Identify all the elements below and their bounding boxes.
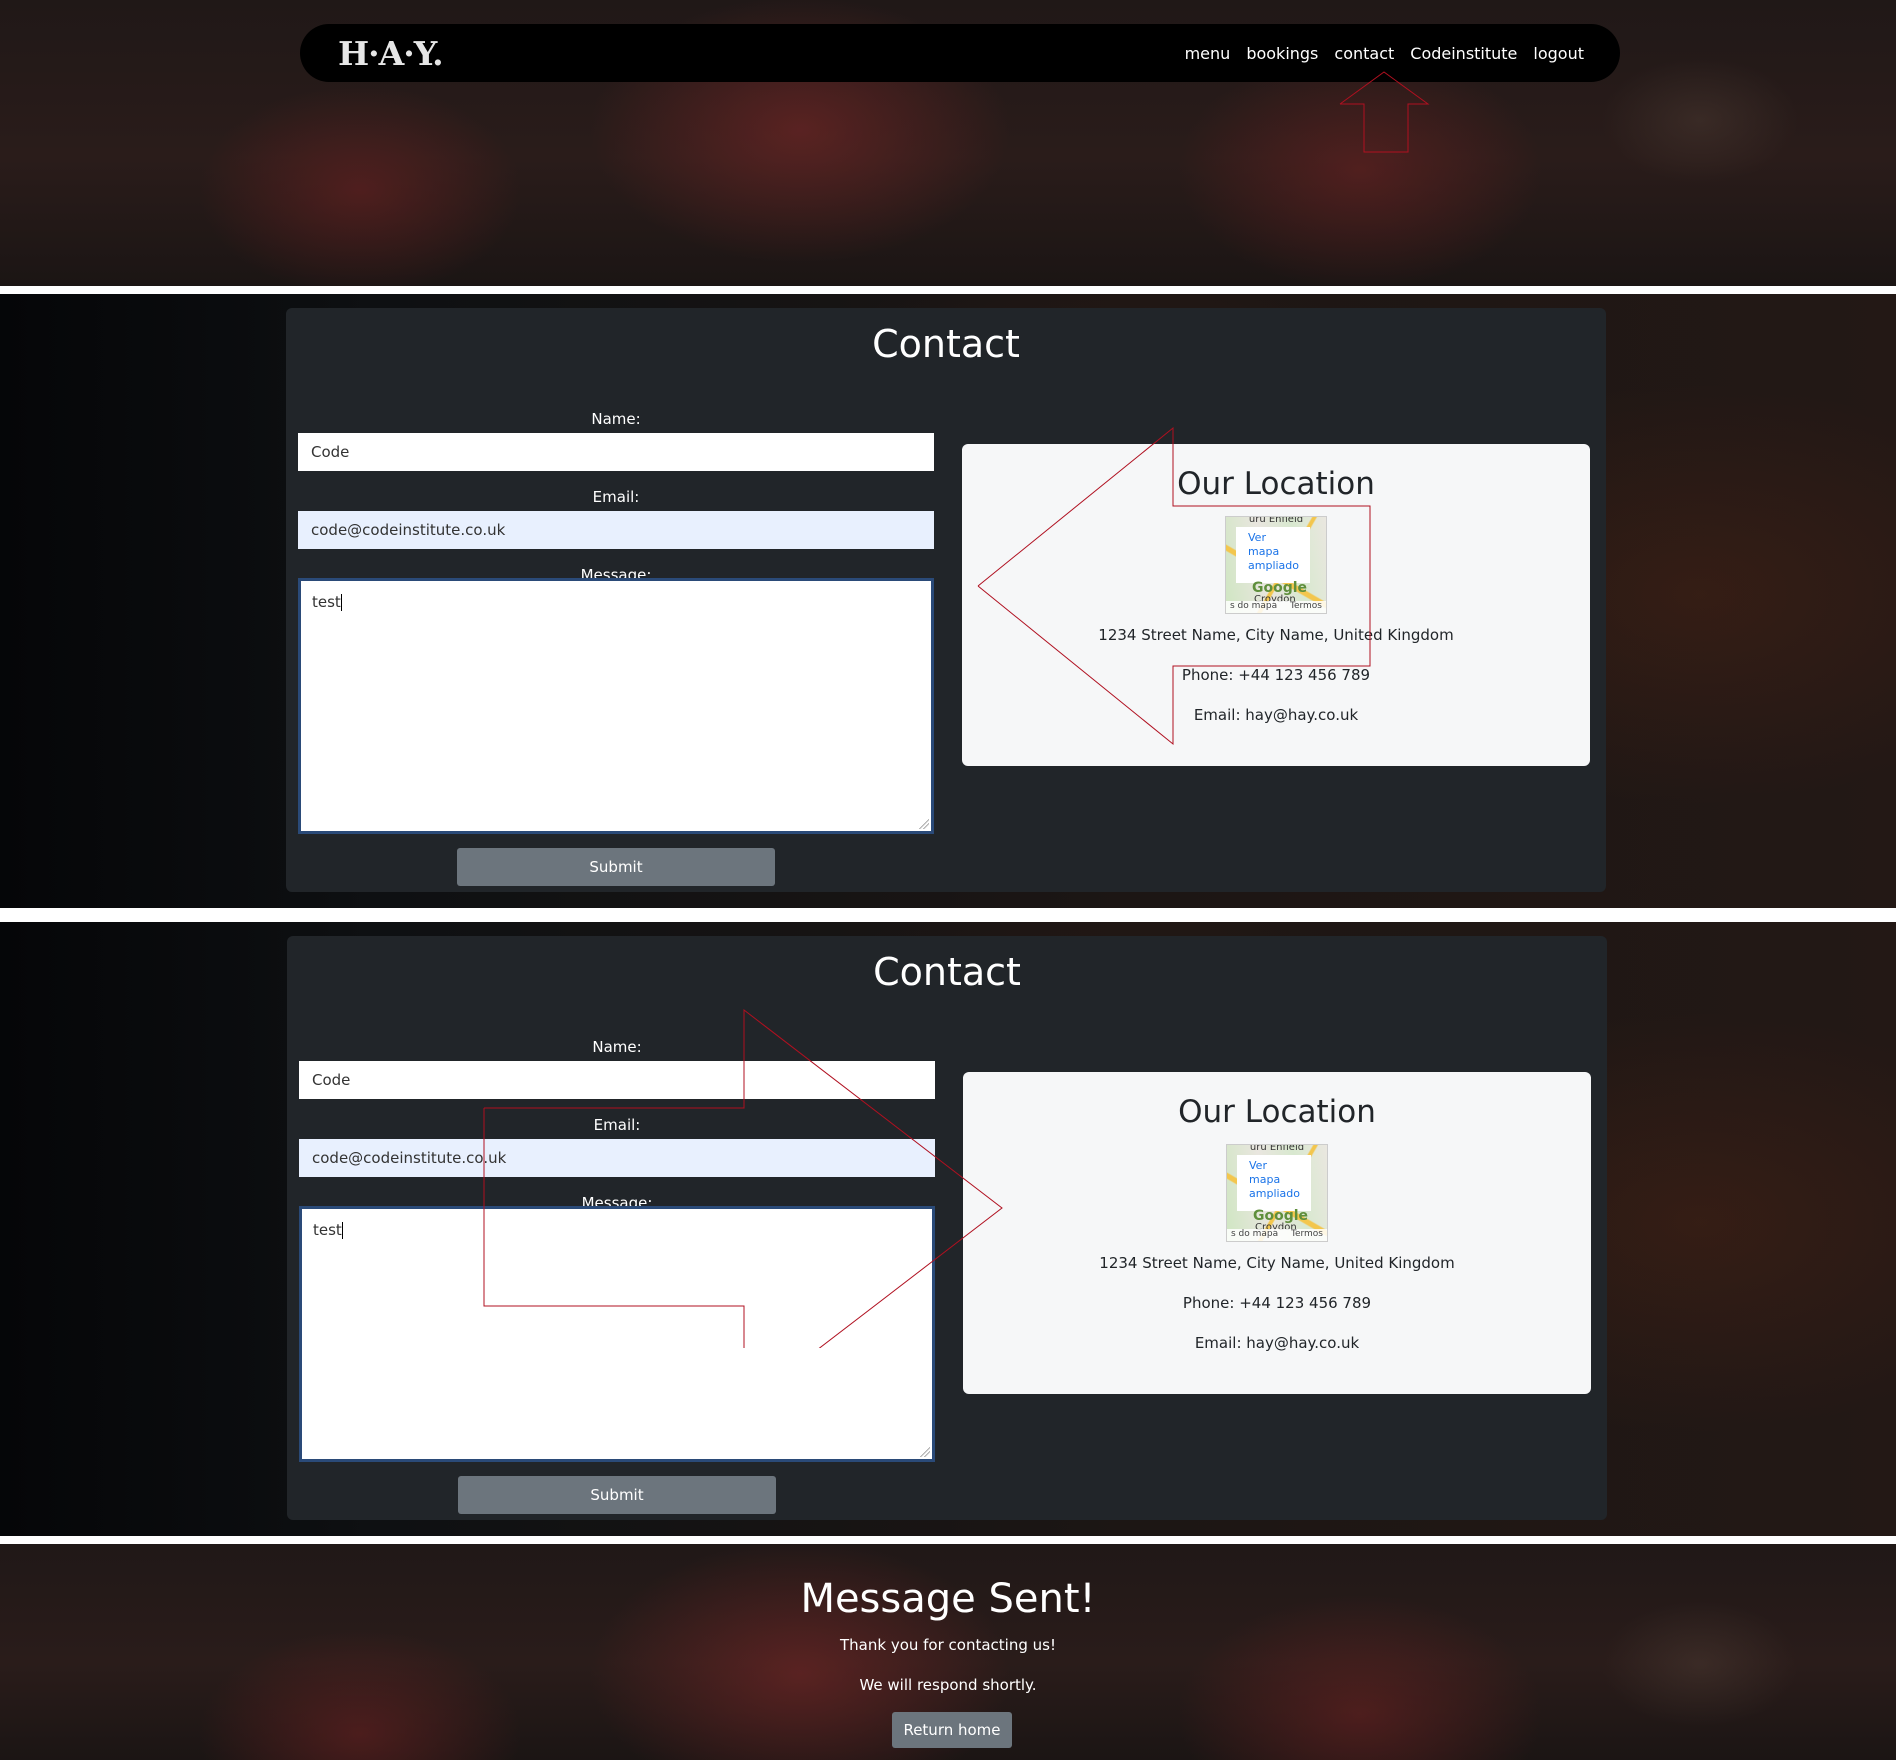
map-top-label: uru Enfield [1248,516,1304,525]
contact-title: Contact [872,322,1020,366]
sent-respond: We will respond shortly. [859,1676,1037,1694]
location-email: Email: hay@hay.co.uk [1194,1334,1360,1352]
map-enlarge-link[interactable]: Ver mapa ampliado [1236,527,1310,583]
submit-button[interactable]: Submit [457,848,775,886]
location-address: 1234 Street Name, City Name, United King… [1099,1254,1455,1272]
message-text: test [313,1221,342,1239]
location-box: Our Location uru Enfield Ver mapa amplia… [962,444,1590,766]
location-phone: Phone: +44 123 456 789 [1182,1294,1372,1312]
map-link-line: ampliado [1249,1187,1301,1200]
return-home-button[interactable]: Return home [892,1712,1012,1748]
resize-grip-icon[interactable] [920,1447,930,1457]
map-footer: s do mapa Termos [1226,601,1326,613]
header-banner: H·A·Y. menu bookings contact Codeinstitu… [0,0,1896,286]
navbar: H·A·Y. menu bookings contact Codeinstitu… [300,24,1620,82]
map-footer-right[interactable]: Termos [1291,1229,1323,1241]
contact-panel-1: Contact Name: Code Email: code@codeinsti… [0,294,1896,908]
contact-card: Contact Name: Code Email: code@codeinsti… [287,936,1607,1520]
message-sent-panel: Message Sent! Thank you for contacting u… [0,1544,1896,1760]
email-input[interactable]: code@codeinstitute.co.uk [298,511,934,549]
contact-card: Contact Name: Code Email: code@codeinsti… [286,308,1606,892]
resize-grip-icon[interactable] [919,819,929,829]
sent-thanks: Thank you for contacting us! [840,1636,1056,1654]
location-email: Email: hay@hay.co.uk [1193,706,1359,724]
location-box: Our Location uru Enfield Ver mapa amplia… [963,1072,1591,1394]
map-link-line: Ver [1248,531,1266,544]
email-input[interactable]: code@codeinstitute.co.uk [299,1139,935,1177]
location-title: Our Location [1177,466,1375,502]
sent-title: Message Sent! [800,1576,1096,1622]
nav-contact-link[interactable]: contact [1334,44,1394,63]
nav-menu-link[interactable]: menu [1185,44,1231,63]
map-top-label: uru Enfield [1249,1144,1305,1153]
contact-panel-2: Contact Name: Code Email: code@codeinsti… [0,922,1896,1536]
nav-codeinstitute-link[interactable]: Codeinstitute [1410,44,1517,63]
map-footer-left[interactable]: s do mapa [1231,1229,1278,1241]
location-title: Our Location [1178,1094,1376,1130]
map-footer: s do mapa Termos [1227,1229,1327,1241]
message-textarea[interactable]: test [299,1206,935,1462]
map-thumbnail[interactable]: uru Enfield Ver mapa ampliado Google Cro… [1225,516,1327,614]
text-caret [341,1222,343,1239]
name-label: Name: [591,410,641,428]
email-label: Email: [592,488,640,506]
text-caret [340,594,342,611]
nav-logout-link[interactable]: logout [1533,44,1584,63]
map-enlarge-link[interactable]: Ver mapa ampliado [1237,1155,1311,1211]
email-label: Email: [593,1116,641,1134]
name-input[interactable]: Code [298,433,934,471]
nav-links: menu bookings contact Codeinstitute logo… [1185,44,1584,63]
map-link-line: mapa [1249,1173,1281,1186]
location-address: 1234 Street Name, City Name, United King… [1098,626,1454,644]
map-thumbnail[interactable]: uru Enfield Ver mapa ampliado Google Cro… [1226,1144,1328,1242]
map-link-line: Ver [1249,1159,1267,1172]
contact-title: Contact [873,950,1021,994]
nav-bookings-link[interactable]: bookings [1246,44,1318,63]
location-phone: Phone: +44 123 456 789 [1181,666,1371,684]
map-link-line: mapa [1248,545,1280,558]
map-link-line: ampliado [1248,559,1300,572]
message-textarea[interactable]: test [298,578,934,834]
name-input[interactable]: Code [299,1061,935,1099]
submit-button[interactable]: Submit [458,1476,776,1514]
map-footer-right[interactable]: Termos [1290,601,1322,613]
site-logo[interactable]: H·A·Y. [338,34,444,73]
map-footer-left[interactable]: s do mapa [1230,601,1277,613]
message-text: test [312,593,341,611]
name-label: Name: [592,1038,642,1056]
